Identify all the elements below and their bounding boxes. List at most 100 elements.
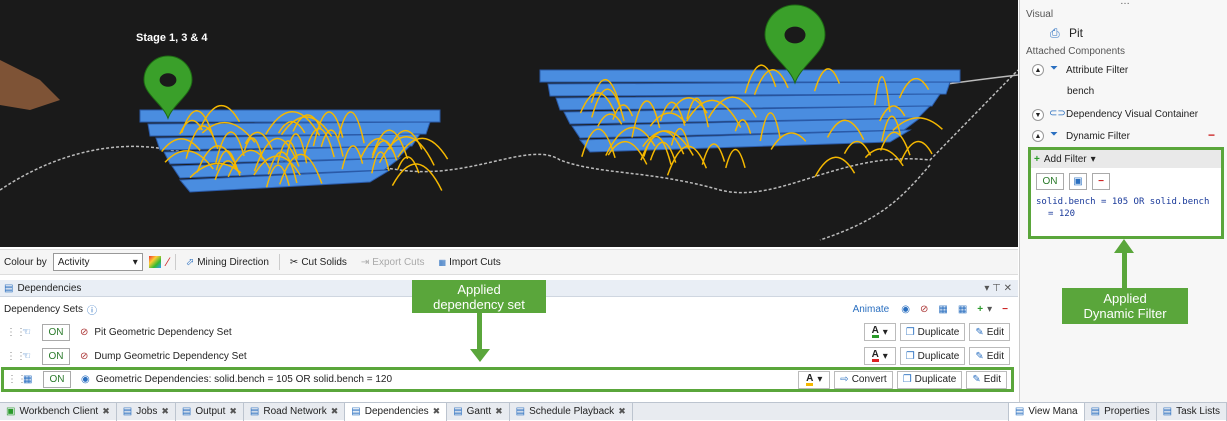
csv-export-icon[interactable]: ▦ [938, 304, 947, 315]
import-cuts-button[interactable]: ▦ Import Cuts [435, 257, 505, 268]
workbench-icon: ▣ [6, 406, 16, 417]
eye-off-icon[interactable]: ⊘ [80, 327, 88, 338]
dependency-arc [864, 148, 904, 167]
location-pin-hole [784, 26, 806, 44]
close-icon[interactable]: ✖ [229, 406, 237, 417]
on-toggle[interactable]: ON [42, 347, 70, 365]
tab-dependencies[interactable]: ▤ Dependencies ✖ [345, 402, 448, 421]
collapse-icon[interactable]: ▲ [1032, 130, 1044, 142]
color-picker-button[interactable]: A ▾ [863, 347, 896, 365]
colour-by-select[interactable]: Activity ▾ [52, 253, 143, 271]
drag-handle-icon[interactable]: ⋮⋮ [6, 327, 26, 338]
eye-off-icon[interactable]: ⊘ [80, 351, 88, 362]
callout-line: dependency set [433, 297, 525, 312]
tab-gantt[interactable]: ▤ Gantt ✖ [447, 402, 510, 421]
on-toggle[interactable]: ON [43, 371, 71, 388]
eye-icon[interactable]: ◉ [901, 304, 910, 315]
close-icon[interactable]: ✖ [618, 406, 626, 417]
info-icon[interactable]: ⓘ [87, 302, 97, 317]
dependency-set-name: Dump Geometric Dependency Set [94, 350, 247, 362]
mining-direction-label: Mining Direction [197, 256, 269, 268]
document-icon: ▤ [453, 406, 463, 417]
chevron-down-icon[interactable]: ▾ [1091, 154, 1096, 165]
drag-handle-icon[interactable]: ⋮⋮ [7, 374, 27, 385]
tab-view-manager[interactable]: ▤ View Mana [1007, 402, 1085, 421]
close-icon[interactable]: ✖ [331, 406, 339, 417]
dependency-set-row[interactable]: ⋮⋮ ☜ ON ⊘ Dump Geometric Dependency Set … [2, 346, 1014, 366]
remove-icon[interactable]: − [1002, 304, 1008, 315]
callout-arrow-shaft [1122, 252, 1127, 290]
callout-applied-dynamic-filter: Applied Dynamic Filter [1062, 288, 1188, 324]
edit-button[interactable]: ✎ Edit [966, 370, 1007, 389]
color-picker-button[interactable]: A ▾ [863, 323, 896, 341]
expand-icon[interactable]: ▼ [1032, 109, 1044, 121]
color-picker-button[interactable]: A ▾ [798, 370, 831, 389]
convert-button[interactable]: ⇨ Convert [834, 370, 893, 389]
tab-output[interactable]: ▤ Output ✖ [176, 402, 244, 421]
edit-button[interactable]: ✎ Edit [969, 347, 1010, 365]
duplicate-icon: ❐ [905, 326, 915, 338]
3d-viewport[interactable]: Stage 1, 3 & 4 [0, 0, 1018, 247]
add-filter-label[interactable]: Add Filter [1044, 154, 1087, 165]
csv-import-icon[interactable]: ▦ [958, 304, 967, 315]
brush-icon[interactable]: ⁄ [167, 255, 169, 269]
document-icon: ▤ [515, 406, 526, 417]
scissors-icon: ✂ [289, 256, 299, 268]
duplicate-button[interactable]: ❐ Duplicate [899, 347, 966, 365]
filter-expression[interactable]: solid.bench = 105 OR solid.bench = 120 [1036, 196, 1216, 220]
save-icon[interactable]: ▣ [1069, 173, 1087, 190]
close-icon[interactable]: ✖ [495, 406, 503, 417]
close-icon[interactable]: ✖ [433, 406, 441, 417]
tab-task-lists[interactable]: ▤ Task Lists [1157, 402, 1227, 421]
tab-jobs[interactable]: ▤ Jobs ✖ [117, 402, 176, 421]
callout-arrow-shaft [477, 313, 482, 351]
drag-handle-icon[interactable]: ⋮⋮ [6, 351, 26, 362]
tab-properties[interactable]: ▤ Properties [1085, 402, 1157, 421]
document-icon: ▤ [4, 282, 14, 294]
tab-road-network[interactable]: ▤ Road Network ✖ [244, 402, 346, 421]
filter-expression-line: = 120 [1048, 209, 1076, 219]
duplicate-button[interactable]: ❐ Duplicate [896, 370, 963, 389]
mining-direction-button[interactable]: ⬀ Mining Direction [182, 257, 273, 268]
attribute-filter-label: Attribute Filter [1066, 65, 1129, 76]
duplicate-button[interactable]: ❐ Duplicate [899, 323, 966, 341]
dump-solid [0, 60, 60, 110]
collapse-icon[interactable]: ▲ [1032, 64, 1044, 76]
palette-icon[interactable] [148, 256, 161, 268]
remove-icon[interactable]: − [1208, 128, 1215, 142]
export-cuts-button[interactable]: ⇥ Export Cuts [357, 257, 429, 268]
chevron-down-icon: ▾ [882, 350, 888, 362]
on-toggle[interactable]: ON [42, 323, 70, 341]
dependency-set-row-applied[interactable]: ⋮⋮ ▦ ON ◉ Geometric Dependencies: solid.… [1, 367, 1014, 392]
callout-arrow-head [470, 349, 490, 362]
dependency-sets-label: Dependency Sets [4, 303, 83, 315]
tab-label: Schedule Playback [529, 406, 615, 417]
close-icon[interactable]: ✖ [161, 406, 169, 417]
chevron-down-icon[interactable]: ▾ [987, 304, 992, 315]
pit-label: Pit [1069, 26, 1084, 40]
eye-off-icon[interactable]: ⊘ [920, 304, 928, 315]
visual-label: Visual [1026, 9, 1054, 20]
add-icon[interactable]: + [977, 304, 983, 315]
tab-workbench-client[interactable]: ▣ Workbench Client ✖ [0, 402, 117, 421]
animate-link[interactable]: Animate [853, 304, 890, 315]
font-color-icon: A [871, 325, 879, 338]
pin-icon[interactable]: ▾ ⊤ ✕ [984, 283, 1012, 294]
bench-label: bench [1067, 86, 1095, 97]
close-icon[interactable]: ✖ [102, 406, 110, 417]
dependency-set-name: Geometric Dependencies: solid.bench = 10… [95, 374, 393, 385]
divider [174, 254, 176, 270]
eye-icon[interactable]: ◉ [81, 374, 90, 385]
remove-icon[interactable]: − [1092, 173, 1110, 190]
cut-solids-button[interactable]: ✂ Cut Solids [286, 257, 351, 268]
more-icon[interactable]: … [1120, 0, 1130, 7]
on-toggle[interactable]: ON [1036, 173, 1064, 190]
mining-direction-icon: ⬀ [185, 256, 195, 268]
tab-schedule-playback[interactable]: ▤ Schedule Playback ✖ [510, 402, 633, 421]
tab-label: Properties [1104, 406, 1150, 417]
add-icon[interactable]: + [1034, 154, 1040, 165]
export-icon: ⇥ [360, 256, 370, 268]
table-icon: ▦ [23, 374, 33, 385]
edit-button[interactable]: ✎ Edit [969, 323, 1010, 341]
dependency-set-row[interactable]: ⋮⋮ ☜ ON ⊘ Pit Geometric Dependency Set A… [2, 322, 1014, 342]
